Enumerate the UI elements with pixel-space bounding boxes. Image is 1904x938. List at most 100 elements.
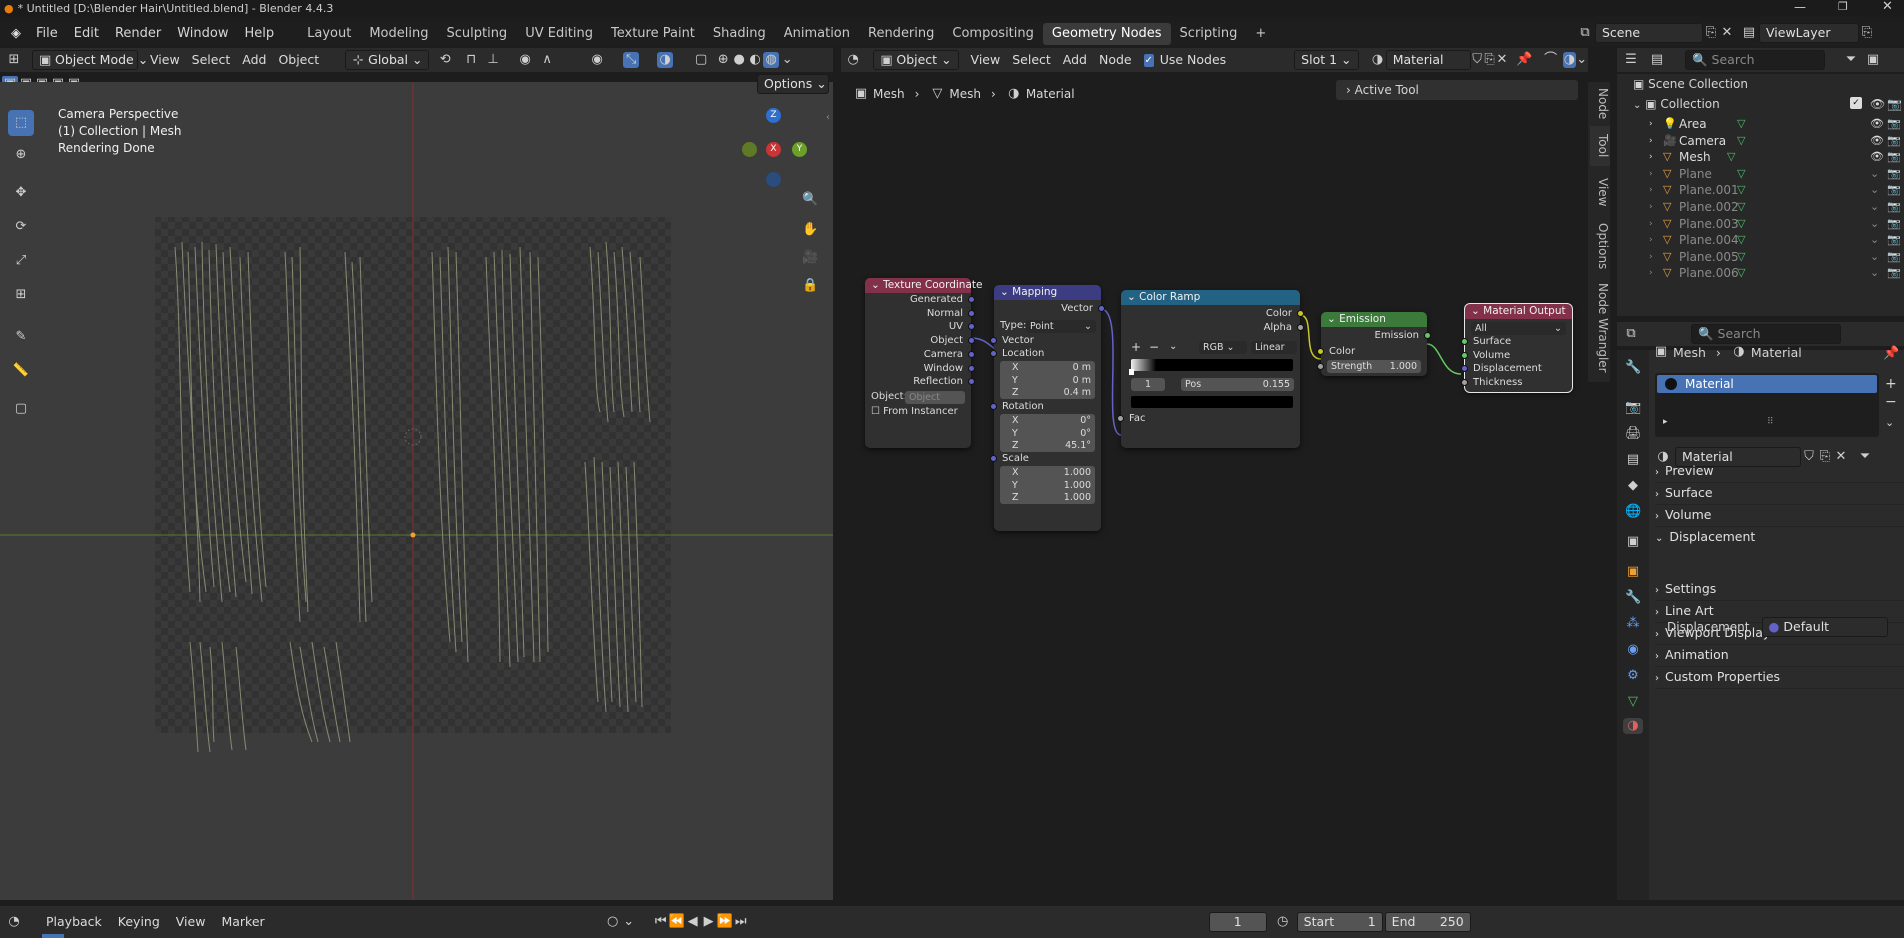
shading-options-icon[interactable]: ⌄: [779, 52, 795, 68]
gizmo-neg-z-axis[interactable]: [766, 172, 781, 187]
gizmo-x-axis[interactable]: X: [766, 142, 781, 157]
visibility-icon[interactable]: ◉: [589, 52, 605, 68]
mapping-loc-field[interactable]: Y 0 m: [1000, 373, 1095, 387]
rotation-input-socket[interactable]: [990, 403, 997, 410]
tab-uv-editing[interactable]: UV Editing: [516, 23, 602, 45]
menu-help[interactable]: Help: [237, 23, 283, 45]
outliner-row[interactable]: ⌄ ▣ Collection ✓ 👁 📷: [1617, 94, 1904, 114]
node-header[interactable]: ⌄ Mapping: [994, 285, 1101, 300]
timeline-menu-keying[interactable]: Keying: [112, 912, 166, 932]
tab-rendering[interactable]: Rendering: [859, 23, 943, 45]
data-tab-icon[interactable]: ▽: [1625, 694, 1641, 710]
timeline-menu-playback[interactable]: Playback: [40, 912, 108, 932]
view-layer-tab-icon[interactable]: ▤: [1625, 452, 1641, 468]
keying-options-icon[interactable]: ⌄: [621, 914, 637, 930]
mapping-scl-field[interactable]: Z 1.000: [1000, 491, 1095, 504]
tab-options[interactable]: Options: [1590, 218, 1610, 274]
fac-input-socket[interactable]: [1117, 415, 1124, 422]
timeline-playhead[interactable]: [42, 934, 64, 938]
minimize-button[interactable]: —: [1794, 0, 1806, 14]
gizmo-toggle-icon[interactable]: ⤡: [623, 52, 640, 68]
record-icon[interactable]: ○: [605, 914, 621, 930]
jump-end-icon[interactable]: ⏭: [733, 914, 749, 930]
shader-node-editor[interactable]: ▣ Mesh › ▽ Mesh › ◑ Material › Active To…: [841, 80, 1611, 900]
panel-animation[interactable]: › Animation: [1655, 643, 1904, 667]
expand-arrow-icon[interactable]: ▸: [1663, 417, 1668, 427]
expand-arrow-icon[interactable]: ›: [1649, 263, 1653, 283]
proportional-edit-icon[interactable]: ◉: [517, 52, 533, 68]
material-output-node[interactable]: ⌄ Material Output All ⌄ Surface Volume Disp…: [1461, 303, 1573, 393]
surface-input-socket[interactable]: [1461, 338, 1468, 345]
shader-type-selector[interactable]: ▣ Object ⌄: [873, 50, 959, 70]
mapping-rot-field[interactable]: X 0°: [1000, 414, 1095, 427]
tab-layout[interactable]: Layout: [298, 23, 360, 45]
3d-viewport[interactable]: ⬚ ⊕ ✥ ⟳ ⤢ ⊞ ✎ 📏 ▢ Camera Perspective (1)…: [0, 74, 833, 900]
emission-output-socket[interactable]: [1424, 332, 1431, 339]
unlink-material-icon[interactable]: ✕: [1496, 52, 1508, 68]
tab-animation[interactable]: Animation: [775, 23, 859, 45]
tab-view[interactable]: View: [1590, 172, 1610, 212]
annotate-tool-icon[interactable]: ✎: [8, 324, 34, 350]
emission-node[interactable]: ⌄ Emission Emission Color Strength 1.000: [1317, 312, 1431, 376]
editor-type-icon[interactable]: ⊞: [6, 52, 22, 68]
outliner-row[interactable]: › ▽ Plane.006 ▽ ⌄ 📷: [1617, 263, 1904, 283]
expand-arrow-icon[interactable]: ⌄: [1633, 100, 1641, 111]
current-frame-field[interactable]: 1: [1208, 912, 1267, 932]
render-camera-icon[interactable]: 📷: [1887, 263, 1901, 283]
window-output-socket[interactable]: [968, 364, 975, 372]
node-header[interactable]: ⌄ Material Output: [1465, 304, 1572, 319]
outliner-search-input[interactable]: 🔍 Search: [1685, 50, 1825, 70]
viewport-menu-object[interactable]: Object: [272, 50, 325, 70]
vector-output-socket[interactable]: [1098, 305, 1105, 312]
panel-volume[interactable]: › Volume: [1655, 503, 1904, 527]
navigation-gizmo[interactable]: Z X Y: [740, 108, 830, 198]
camera-output-socket[interactable]: [968, 350, 975, 358]
stop-index-field[interactable]: 1: [1131, 378, 1165, 391]
zoom-icon[interactable]: 🔍: [802, 192, 818, 208]
active-tool-panel[interactable]: › Active Tool: [1336, 80, 1578, 100]
timeline-menu-marker[interactable]: Marker: [215, 912, 270, 932]
camera-view-icon[interactable]: 🎥: [802, 250, 818, 266]
alpha-output-socket[interactable]: [1297, 324, 1304, 331]
tab-modeling[interactable]: Modeling: [360, 23, 437, 45]
blender-menu-icon[interactable]: ◈: [8, 26, 24, 42]
remove-slot-button[interactable]: −: [1885, 394, 1897, 410]
mapping-loc-field[interactable]: X 0 m: [1000, 361, 1095, 374]
gizmo-y-axis[interactable]: Y: [792, 142, 807, 157]
overlay-options-icon[interactable]: ⌄: [1576, 52, 1588, 68]
displacement-input-socket[interactable]: [1461, 365, 1468, 373]
gizmo-z-axis[interactable]: Z: [766, 108, 781, 123]
material-shading-icon[interactable]: ◐: [747, 52, 763, 68]
mapping-node[interactable]: ⌄ Mapping Vector Type: Point ⌄ Vector Lo…: [990, 285, 1105, 531]
timeline-menu-view[interactable]: View: [170, 912, 212, 932]
color-output-socket[interactable]: [1297, 310, 1304, 317]
snap-target-icon[interactable]: ⊥: [485, 52, 501, 68]
filter-icon[interactable]: ⏷: [1843, 52, 1859, 68]
position-field[interactable]: Pos 0.155: [1181, 378, 1294, 391]
node-editor-type-icon[interactable]: ◔: [847, 52, 859, 68]
color-ramp-node[interactable]: ⌄ Color Ramp Color Alpha + − ⌄ RGB ⌄ Lin…: [1117, 290, 1304, 448]
next-keyframe-icon[interactable]: ⏩: [717, 914, 733, 930]
remove-stop-button[interactable]: −: [1149, 340, 1159, 354]
play-icon[interactable]: ▶: [701, 914, 717, 930]
new-view-layer-icon[interactable]: ⎘: [1859, 25, 1875, 41]
hidden-eye-icon[interactable]: ⌄: [1870, 263, 1879, 283]
panel-settings[interactable]: › Settings: [1655, 577, 1904, 601]
scene-icon[interactable]: ⧉: [1577, 25, 1593, 41]
new-collection-icon[interactable]: ▣: [1865, 52, 1881, 68]
normal-output-socket[interactable]: [968, 309, 975, 317]
view-layer-icon[interactable]: ▤: [1741, 25, 1757, 41]
world-tab-icon[interactable]: 🌐: [1625, 504, 1641, 520]
properties-editor-icon[interactable]: ⧉: [1623, 326, 1639, 342]
strength-field[interactable]: Strength 1.000: [1327, 360, 1421, 373]
properties-search-input[interactable]: 🔍 Search: [1691, 324, 1841, 344]
use-nodes-checkbox[interactable]: ✓: [1143, 53, 1154, 67]
mode-selector[interactable]: ▣ Object Mode ⌄: [32, 50, 148, 70]
outliner-row[interactable]: ▣ Scene Collection: [1617, 74, 1904, 94]
tab-compositing[interactable]: Compositing: [943, 23, 1043, 45]
location-input-socket[interactable]: [990, 350, 997, 357]
transform-tool-icon[interactable]: ⊞: [8, 282, 34, 308]
overlay-toggle-icon[interactable]: ◑: [657, 52, 674, 68]
render-camera-icon[interactable]: 📷: [1887, 94, 1902, 114]
panel-preview[interactable]: › Preview: [1655, 459, 1904, 483]
